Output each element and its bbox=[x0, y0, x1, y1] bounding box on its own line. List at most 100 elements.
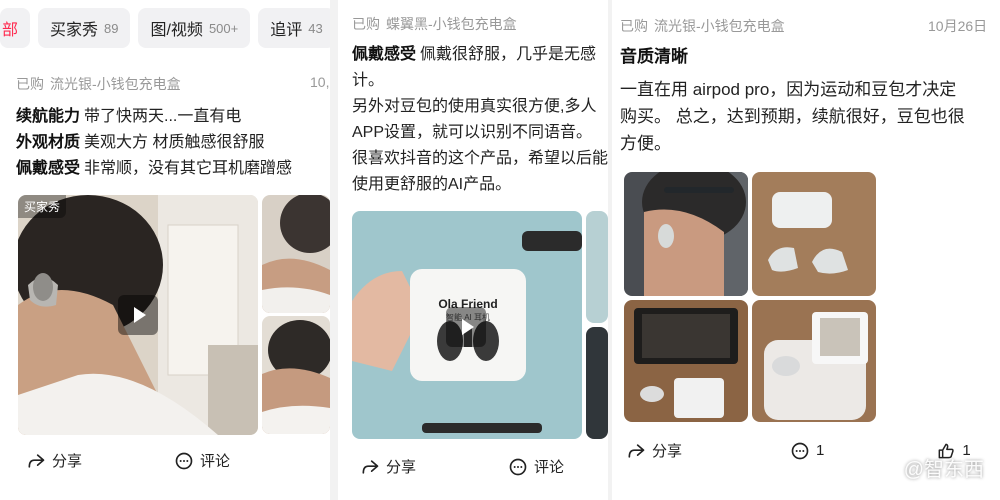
photo-thumbnail bbox=[586, 327, 608, 439]
review-actions: 分享 评论 bbox=[26, 450, 230, 471]
purchased-label: 已购 bbox=[16, 76, 44, 92]
comment-icon bbox=[509, 458, 527, 475]
share-label: 分享 bbox=[652, 443, 683, 460]
comment-button[interactable]: 评论 bbox=[174, 450, 230, 471]
tab-count: 500+ bbox=[208, 20, 239, 36]
aspect-text: 美观大方 材质触感很舒服 bbox=[84, 134, 265, 151]
tab-count: 89 bbox=[104, 20, 119, 36]
product-spec: 流光银-小钱包充电盒 bbox=[654, 18, 785, 34]
review-line: 音质清晰 bbox=[620, 44, 1000, 70]
share-icon bbox=[362, 459, 379, 474]
purchased-label: 已购 bbox=[620, 18, 648, 34]
review-text: 佩戴感受 佩戴很舒服，几乎是无感 计。 另外对豆包的使用真实很方便,多人 APP设… bbox=[352, 42, 608, 198]
product-spec: 流光银-小钱包充电盒 bbox=[50, 76, 181, 92]
review-photo[interactable] bbox=[262, 316, 330, 434]
aspect-title: 佩戴感受 bbox=[16, 160, 81, 177]
review-line: 续航能力 带了快两天...一直有电 bbox=[16, 104, 330, 130]
review-text-line: 很喜欢抖音的这个产品，希望以后能 bbox=[352, 150, 608, 167]
comment-button[interactable]: 1 bbox=[790, 441, 824, 461]
tab-label: 图/视频 bbox=[150, 22, 203, 39]
share-icon bbox=[628, 443, 645, 458]
review-line: 使用更舒服的AI产品。 bbox=[352, 172, 608, 198]
review-text-line: 购买。 总之，达到预期，续航很好，豆包也很 bbox=[620, 107, 965, 126]
comment-icon bbox=[175, 452, 193, 469]
aspect-text: 非常顺，没有其它耳机磨蹭感 bbox=[84, 160, 293, 177]
photo-thumbnail bbox=[752, 300, 876, 422]
photo-thumbnail bbox=[624, 172, 748, 296]
buyer-show-badge: 买家秀 bbox=[18, 195, 67, 218]
tab-follow-up[interactable]: 追评 43 bbox=[258, 8, 330, 48]
review-text-line: 使用更舒服的AI产品。 bbox=[352, 176, 512, 193]
comment-label: 评论 bbox=[200, 453, 231, 470]
share-button[interactable]: 分享 bbox=[26, 450, 82, 471]
review-card: 已购 流光银-小钱包充电盒 10, 续航能力 带了快两天...一直有电 外观材质 美观… bbox=[16, 74, 330, 182]
tab-count: 43 bbox=[308, 20, 323, 36]
review-photo[interactable] bbox=[586, 211, 608, 323]
review-line: 佩戴感受 非常顺，没有其它耳机磨蹭感 bbox=[16, 156, 330, 182]
review-photo[interactable] bbox=[752, 300, 876, 422]
product-spec: 蝶翼黑-小钱包充电盒 bbox=[386, 16, 517, 32]
aspect-title: 佩戴感受 bbox=[352, 46, 417, 63]
photo-thumbnail bbox=[586, 211, 608, 323]
share-label: 分享 bbox=[386, 459, 417, 476]
review-line: 佩戴感受 佩戴很舒服，几乎是无感 bbox=[352, 42, 608, 68]
tab-all-label: 部 bbox=[2, 22, 19, 39]
comment-button[interactable]: 评论 bbox=[508, 456, 564, 477]
panel-divider bbox=[330, 0, 338, 500]
review-line: 很喜欢抖音的这个产品，希望以后能 bbox=[352, 146, 608, 172]
aspect-text: 带了快两天...一直有电 bbox=[84, 108, 242, 125]
photo-thumbnail bbox=[752, 172, 876, 296]
photo-thumbnail bbox=[262, 316, 330, 434]
review-text-line: 另外对豆包的使用真实很方便,多人 bbox=[352, 98, 597, 115]
share-label: 分享 bbox=[52, 453, 83, 470]
review-text-line: 计。 bbox=[352, 72, 385, 89]
review-text: 音质清晰 一直在用 airpod pro，因为运动和豆包才决定 购买。 总之，达… bbox=[620, 44, 1000, 157]
play-icon[interactable] bbox=[118, 295, 158, 335]
tab-label: 买家秀 bbox=[50, 22, 99, 39]
review-line: 一直在用 airpod pro，因为运动和豆包才决定 bbox=[620, 76, 1000, 103]
review-text-line: 一直在用 airpod pro，因为运动和豆包才决定 bbox=[620, 80, 957, 99]
share-button[interactable]: 分享 bbox=[360, 456, 416, 477]
review-line: 外观材质 美观大方 材质触感很舒服 bbox=[16, 130, 330, 156]
review-panel-2: 已购 蝶翼黑-小钱包充电盒 佩戴感受 佩戴很舒服，几乎是无感 计。 另外对豆包的使用… bbox=[338, 0, 608, 500]
tab-buyer-show[interactable]: 买家秀 89 bbox=[38, 8, 131, 48]
review-photo[interactable] bbox=[624, 300, 748, 422]
tab-label: 追评 bbox=[270, 22, 303, 39]
review-video[interactable]: 买家秀 bbox=[18, 195, 258, 435]
review-photo[interactable] bbox=[624, 172, 748, 296]
photo-thumbnail bbox=[262, 195, 330, 313]
aspect-title: 续航能力 bbox=[16, 108, 81, 125]
review-actions: 分享 评论 bbox=[360, 456, 564, 477]
review-card: 已购 蝶翼黑-小钱包充电盒 佩戴感受 佩戴很舒服，几乎是无感 计。 另外对豆包的使用… bbox=[352, 14, 608, 198]
aspect-text: 佩戴很舒服，几乎是无感 bbox=[420, 46, 597, 63]
review-line: 计。 bbox=[352, 68, 608, 94]
review-panel-3: 已购 流光银-小钱包充电盒 10月26日 音质清晰 一直在用 airpod pro… bbox=[612, 0, 1000, 500]
review-photo[interactable] bbox=[586, 327, 608, 439]
watermark: @智东西 bbox=[903, 459, 984, 481]
filter-tabs: 部 买家秀 89 图/视频 500+ 追评 43 bbox=[0, 8, 330, 48]
review-video[interactable]: Ola Friend 智能 AI 耳机 bbox=[352, 211, 582, 439]
purchase-info: 已购 蝶翼黑-小钱包充电盒 bbox=[352, 14, 608, 34]
review-line: 购买。 总之，达到预期，续航很好，豆包也很 bbox=[620, 103, 1000, 130]
review-text: 续航能力 带了快两天...一直有电 外观材质 美观大方 材质触感很舒服 佩戴感受 非常… bbox=[16, 104, 330, 182]
comment-label: 评论 bbox=[534, 459, 565, 476]
review-text-line: APP设置，就可以识别不同语音。 bbox=[352, 124, 593, 141]
aspect-title: 音质清晰 bbox=[620, 47, 688, 66]
review-photo[interactable] bbox=[752, 172, 876, 296]
comment-count: 1 bbox=[816, 442, 825, 459]
tab-photo-video[interactable]: 图/视频 500+ bbox=[138, 8, 251, 48]
review-photo[interactable] bbox=[262, 195, 330, 313]
review-date: 10, bbox=[310, 74, 330, 90]
review-card: 已购 流光银-小钱包充电盒 10月26日 音质清晰 一直在用 airpod pro… bbox=[620, 16, 1000, 157]
purchased-label: 已购 bbox=[352, 16, 380, 32]
play-icon[interactable] bbox=[446, 307, 486, 347]
photo-thumbnail bbox=[624, 300, 748, 422]
review-panel-1: 部 买家秀 89 图/视频 500+ 追评 43 已购 流光银-小钱包充电盒 10… bbox=[0, 0, 330, 500]
share-icon bbox=[28, 453, 45, 468]
aspect-title: 外观材质 bbox=[16, 134, 81, 151]
share-button[interactable]: 分享 bbox=[626, 440, 682, 461]
review-line: APP设置，就可以识别不同语音。 bbox=[352, 120, 608, 146]
purchase-info: 已购 流光银-小钱包充电盒 bbox=[16, 74, 330, 94]
tab-all[interactable]: 部 bbox=[0, 8, 30, 48]
review-line: 方便。 bbox=[620, 130, 1000, 157]
